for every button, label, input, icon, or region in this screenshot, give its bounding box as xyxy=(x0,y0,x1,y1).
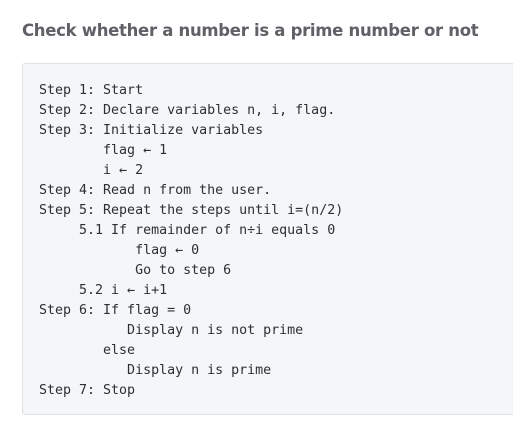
code-line: Step 7: Stop xyxy=(39,383,136,398)
code-line: Step 5: Repeat the steps until i=(n/2) xyxy=(39,203,344,218)
code-line: flag ← 0 xyxy=(39,243,200,258)
code-line: Go to step 6 xyxy=(39,263,232,278)
algorithm-code: Step 1: Start Step 2: Declare variables n… xyxy=(39,81,343,401)
page: Check whether a number is a prime number… xyxy=(0,0,513,444)
code-line: Step 3: Initialize variables xyxy=(39,123,264,138)
page-title: Check whether a number is a prime number… xyxy=(22,21,479,40)
code-line: Step 1: Start xyxy=(39,83,144,98)
code-line: flag ← 1 xyxy=(39,143,168,158)
code-line: else xyxy=(39,343,136,358)
code-line: Step 6: If flag = 0 xyxy=(39,303,192,318)
algorithm-code-block: Step 1: Start Step 2: Declare variables n… xyxy=(22,63,513,415)
code-line: 5.2 i ← i+1 xyxy=(39,283,168,298)
code-line: Display n is prime xyxy=(39,363,272,378)
code-line: Display n is not prime xyxy=(39,323,304,338)
code-line: i ← 2 xyxy=(39,163,144,178)
code-line: 5.1 If remainder of n÷i equals 0 xyxy=(39,223,336,238)
code-line: Step 2: Declare variables n, i, flag. xyxy=(39,103,336,118)
code-line: Step 4: Read n from the user. xyxy=(39,183,272,198)
